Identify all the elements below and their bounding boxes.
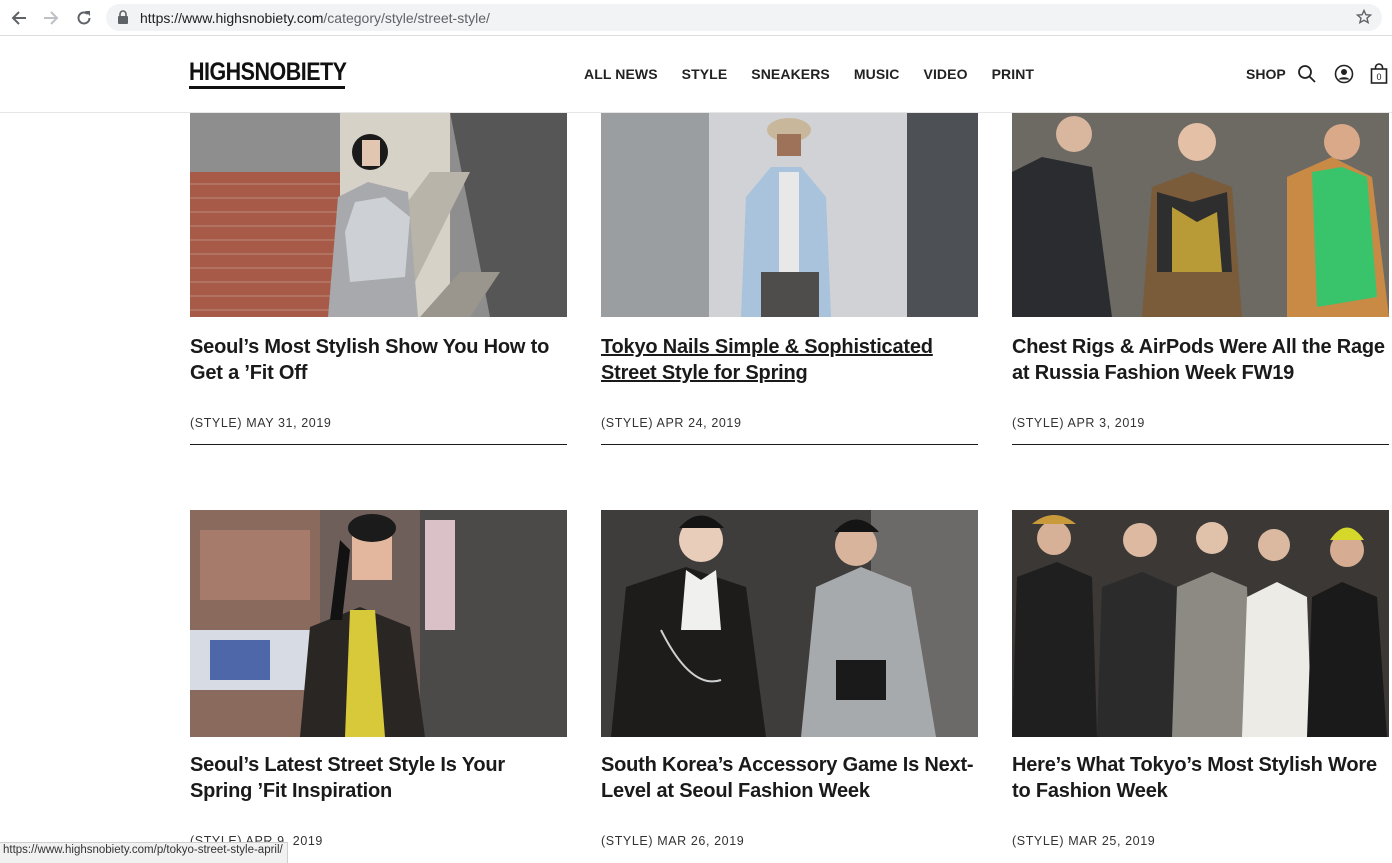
cart-count: 0 (1376, 72, 1381, 82)
article-title[interactable]: Seoul’s Most Stylish Show You How to Get… (190, 334, 567, 386)
status-bar-url: https://www.highsnobiety.com/p/tokyo-str… (0, 842, 288, 863)
browser-toolbar: https://www.highsnobiety.com/category/st… (0, 0, 1392, 36)
nav-style[interactable]: STYLE (682, 66, 728, 82)
nav-print[interactable]: PRINT (992, 66, 1035, 82)
main-nav: ALL NEWS STYLE SNEAKERS MUSIC VIDEO PRIN… (584, 66, 1058, 82)
divider (601, 444, 978, 445)
lock-icon (117, 10, 129, 29)
article-meta: (STYLE) APR 24, 2019 (601, 416, 742, 430)
article-image[interactable] (601, 510, 978, 737)
search-icon[interactable] (1297, 64, 1317, 89)
account-icon[interactable] (1334, 64, 1354, 89)
article-meta: (STYLE) MAR 26, 2019 (601, 834, 745, 848)
article-title[interactable]: Tokyo Nails Simple & Sophisticated Stree… (601, 334, 978, 386)
back-arrow-icon[interactable] (8, 7, 30, 29)
article-image[interactable] (1012, 510, 1389, 737)
article-image[interactable] (1012, 112, 1389, 317)
article-meta: (STYLE) APR 3, 2019 (1012, 416, 1145, 430)
url-text: https://www.highsnobiety.com/category/st… (140, 10, 490, 26)
bookmark-star-icon[interactable] (1355, 8, 1373, 30)
nav-music[interactable]: MUSIC (854, 66, 900, 82)
logo-underline (189, 86, 345, 89)
article-meta: (STYLE) MAR 25, 2019 (1012, 834, 1156, 848)
article-image[interactable] (190, 510, 567, 737)
cart-icon[interactable]: 0 (1370, 63, 1388, 90)
nav-sneakers[interactable]: SNEAKERS (751, 66, 830, 82)
shop-link[interactable]: SHOP (1246, 66, 1286, 82)
article-image[interactable] (601, 112, 978, 317)
forward-arrow-icon[interactable] (40, 7, 62, 29)
url-host: https://www.highsnobiety.com (140, 10, 324, 26)
site-logo[interactable]: HIGHSNOBIETY (189, 58, 347, 87)
article-image[interactable] (190, 112, 567, 317)
site-header: HIGHSNOBIETY ALL NEWS STYLE SNEAKERS MUS… (0, 36, 1392, 113)
article-title[interactable]: South Korea’s Accessory Game Is Next-Lev… (601, 752, 978, 804)
url-path: /category/style/street-style/ (323, 10, 490, 26)
reload-icon[interactable] (73, 7, 95, 29)
article-title[interactable]: Seoul’s Latest Street Style Is Your Spri… (190, 752, 567, 804)
address-bar[interactable]: https://www.highsnobiety.com/category/st… (106, 4, 1382, 31)
article-meta: (STYLE) MAY 31, 2019 (190, 416, 332, 430)
nav-all-news[interactable]: ALL NEWS (584, 66, 658, 82)
divider (1012, 444, 1389, 445)
divider (190, 444, 567, 445)
nav-video[interactable]: VIDEO (924, 66, 968, 82)
article-title[interactable]: Chest Rigs & AirPods Were All the Rage a… (1012, 334, 1389, 386)
article-title[interactable]: Here’s What Tokyo’s Most Stylish Wore to… (1012, 752, 1389, 804)
